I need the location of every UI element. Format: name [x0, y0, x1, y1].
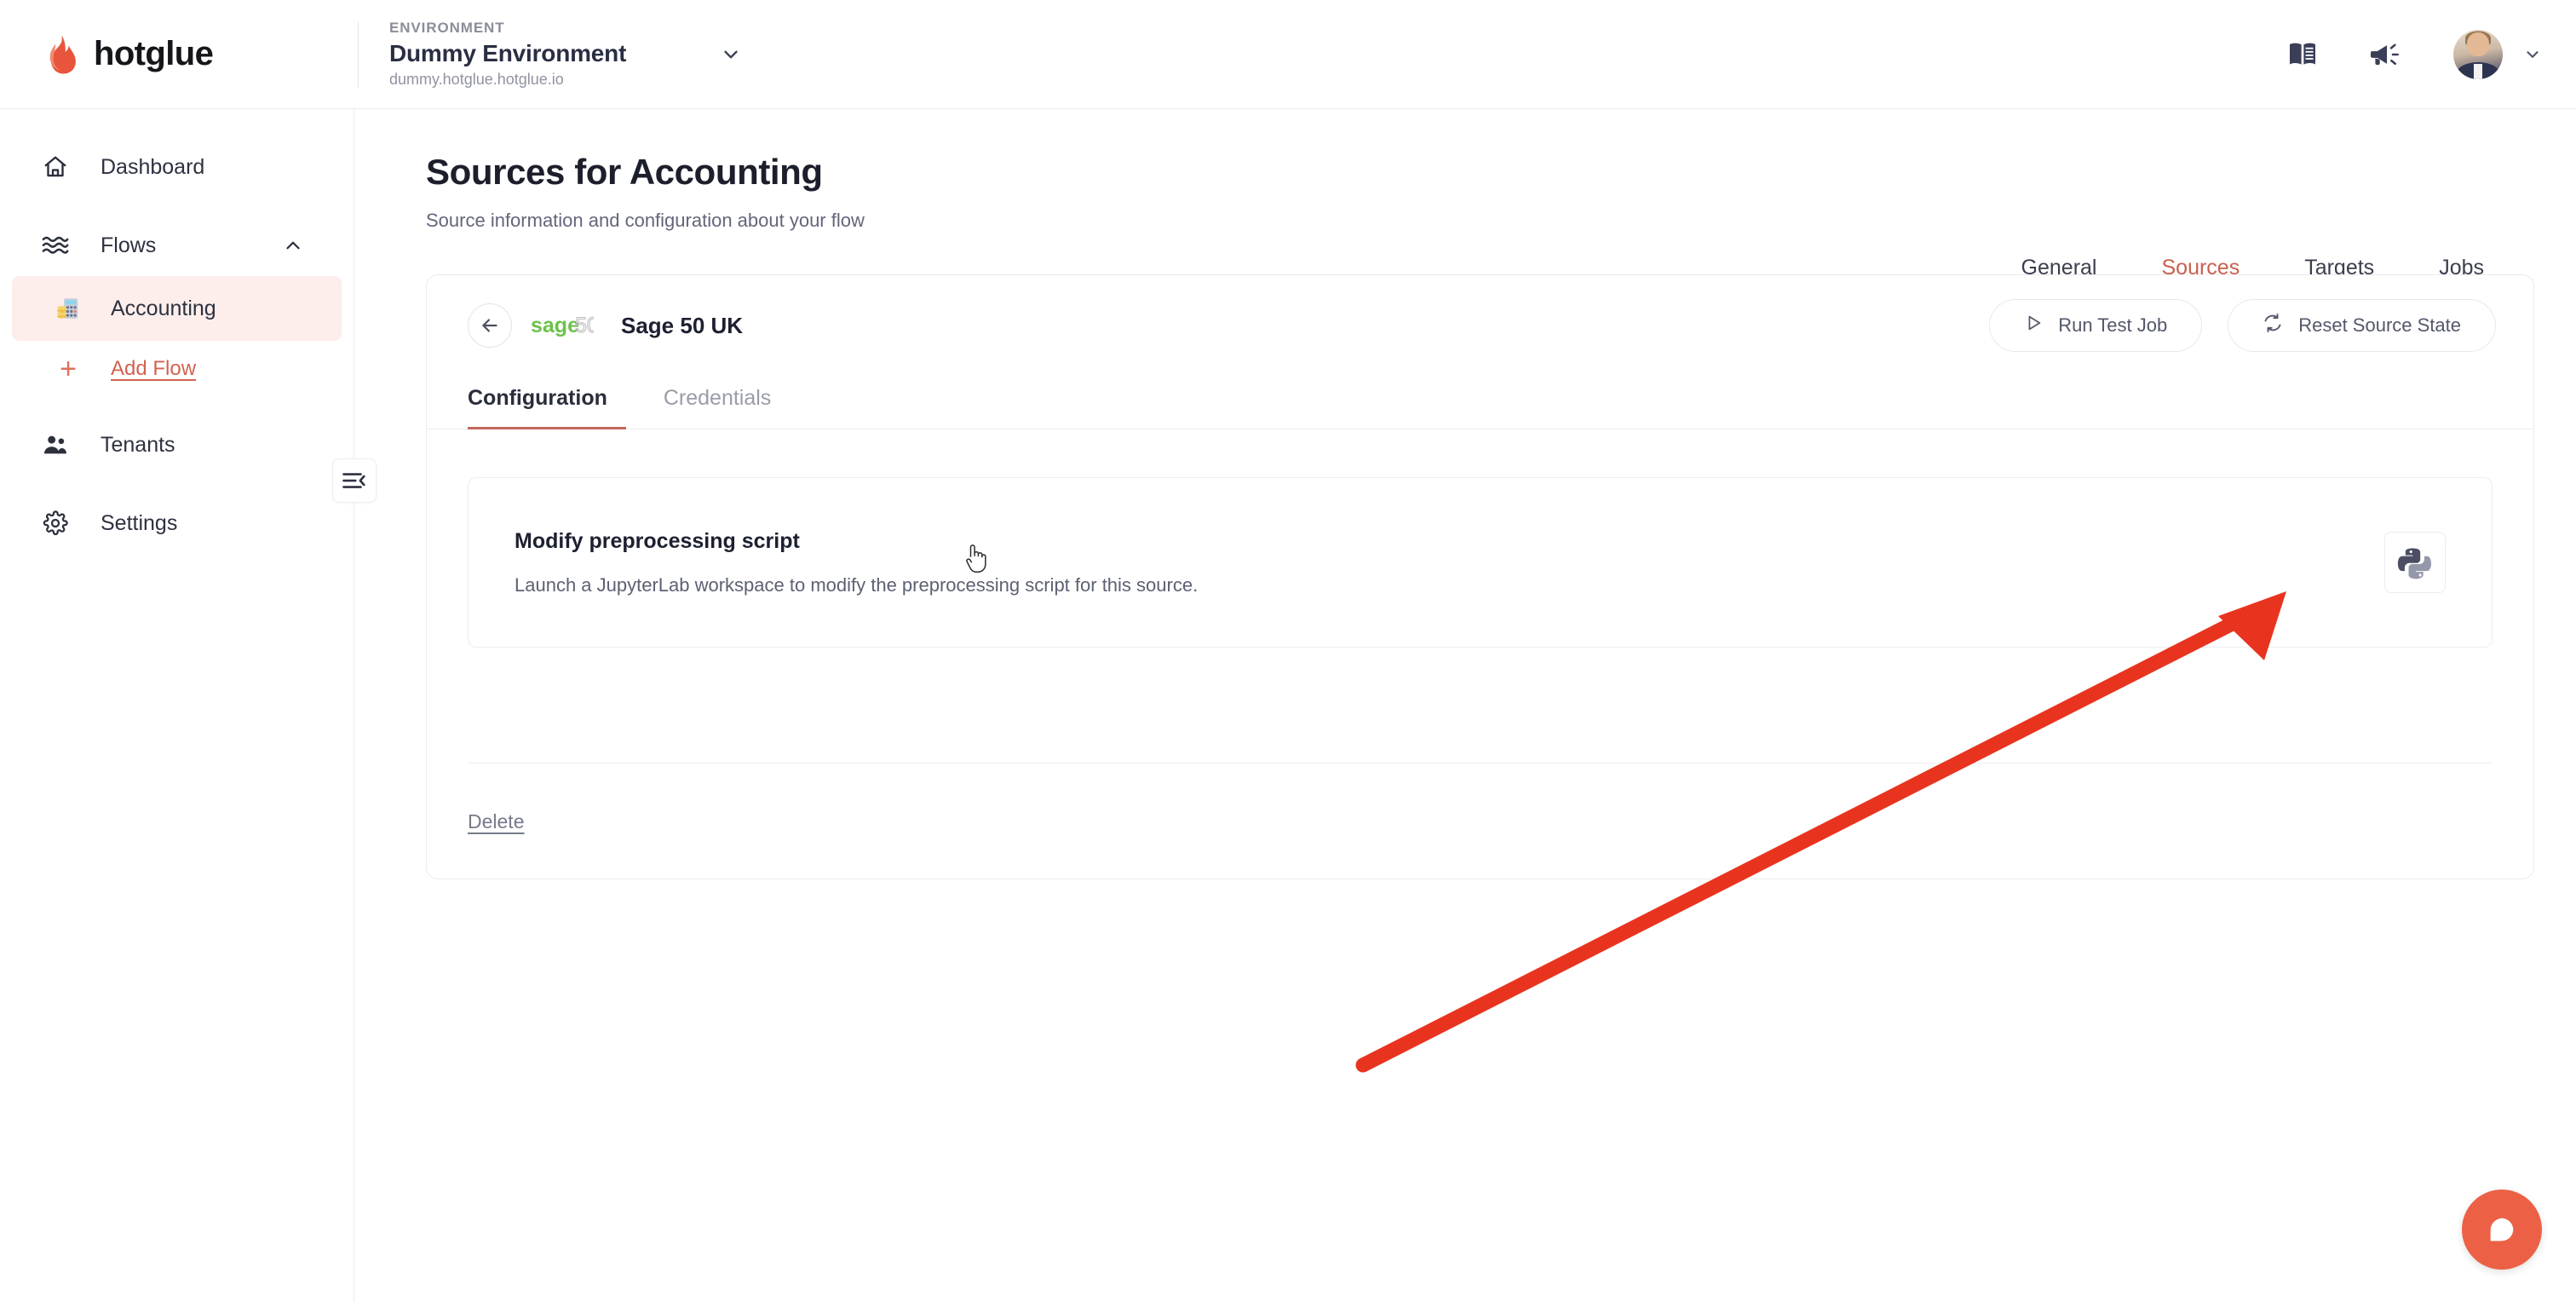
collapse-sidebar-icon[interactable] — [332, 458, 377, 503]
sidebar-item-dashboard[interactable]: Dashboard — [0, 136, 354, 198]
tab-configuration[interactable]: Configuration — [468, 386, 626, 429]
app-root: hotglue ENVIRONMENT Dummy Environment du… — [0, 0, 2576, 1302]
sidebar-item-accounting[interactable]: Accounting — [12, 276, 342, 341]
book-icon[interactable] — [2288, 42, 2317, 67]
play-icon — [2024, 314, 2043, 337]
sidebar-item-label: Add Flow — [111, 357, 197, 380]
sidebar-item-label: Accounting — [111, 296, 216, 320]
sidebar-item-label: Flows — [101, 233, 157, 257]
chevron-down-icon[interactable] — [2523, 45, 2542, 64]
main-content: Sources for Accounting Source informatio… — [354, 109, 2576, 1302]
python-icon[interactable] — [2384, 532, 2446, 593]
top-bar-actions — [2288, 0, 2542, 109]
chat-bubble-icon[interactable] — [2462, 1190, 2542, 1270]
sidebar-item-label: Tenants — [101, 432, 175, 457]
header-divider — [358, 20, 359, 88]
arrow-left-icon[interactable] — [468, 303, 512, 348]
svg-text:sage: sage — [531, 314, 579, 337]
sidebar: Dashboard Flows Accounting + Add Flow Te… — [0, 109, 354, 1302]
source-card-tabs: Configuration Credentials — [427, 386, 2533, 429]
run-test-job-button[interactable]: Run Test Job — [1989, 299, 2203, 352]
preprocessing-script-description: Launch a JupyterLab workspace to modify … — [515, 573, 1199, 596]
abacus-icon — [55, 296, 82, 321]
preprocessing-script-title: Modify preprocessing script — [515, 528, 800, 553]
sage-logo-icon: sage 50 — [531, 313, 594, 338]
gear-icon — [41, 510, 70, 536]
environment-label: ENVIRONMENT — [389, 20, 505, 36]
refresh-icon — [2263, 313, 2283, 338]
people-icon — [41, 433, 70, 457]
top-bar: hotglue ENVIRONMENT Dummy Environment du… — [0, 0, 2576, 109]
reset-source-state-button[interactable]: Reset Source State — [2228, 299, 2496, 352]
megaphone-icon[interactable] — [2370, 42, 2401, 67]
preprocessing-script-panel: Modify preprocessing script Launch a Jup… — [468, 477, 2493, 648]
plus-icon: + — [60, 353, 77, 385]
sidebar-item-tenants[interactable]: Tenants — [0, 414, 354, 475]
svg-text:50: 50 — [575, 314, 594, 337]
environment-url: dummy.hotglue.hotglue.io — [389, 71, 564, 88]
source-card-header: sage 50 Sage 50 UK Run Test Job Reset So… — [427, 275, 2533, 376]
reset-source-state-label: Reset Source State — [2298, 314, 2461, 336]
pointer-hand-cursor — [963, 543, 989, 579]
avatar[interactable] — [2453, 30, 2503, 79]
environment-text: ENVIRONMENT Dummy Environment dummy.hotg… — [389, 20, 626, 89]
environment-selector[interactable]: ENVIRONMENT Dummy Environment dummy.hotg… — [389, 20, 742, 89]
flows-icon — [41, 234, 70, 256]
source-card-actions: Run Test Job Reset Source State — [1989, 299, 2496, 352]
tab-credentials[interactable]: Credentials — [645, 386, 790, 429]
preprocessing-script-text: Modify preprocessing script Launch a Jup… — [469, 529, 1198, 596]
sidebar-item-label: Dashboard — [101, 154, 205, 179]
chevron-up-icon[interactable] — [282, 234, 304, 256]
sidebar-item-label: Settings — [101, 510, 178, 535]
sidebar-item-add-flow[interactable]: + Add Flow — [12, 341, 342, 397]
page-subtitle: Source information and configuration abo… — [426, 210, 865, 231]
delete-link[interactable]: Delete — [468, 810, 524, 833]
home-icon — [41, 154, 70, 180]
sidebar-item-settings[interactable]: Settings — [0, 493, 354, 554]
source-card: sage 50 Sage 50 UK Run Test Job Reset So… — [426, 274, 2534, 879]
brand-logo[interactable]: hotglue — [0, 34, 358, 75]
source-name: Sage 50 UK — [621, 312, 744, 338]
page-title: Sources for Accounting — [426, 152, 823, 192]
run-test-job-label: Run Test Job — [2058, 314, 2168, 336]
sidebar-item-flows[interactable]: Flows — [0, 215, 354, 276]
page-header: Sources for Accounting Source informatio… — [354, 109, 2576, 232]
brand-name: hotglue — [94, 35, 214, 72]
environment-name: Dummy Environment — [389, 40, 627, 66]
chevron-down-icon[interactable] — [720, 43, 742, 66]
flame-icon — [41, 34, 78, 75]
